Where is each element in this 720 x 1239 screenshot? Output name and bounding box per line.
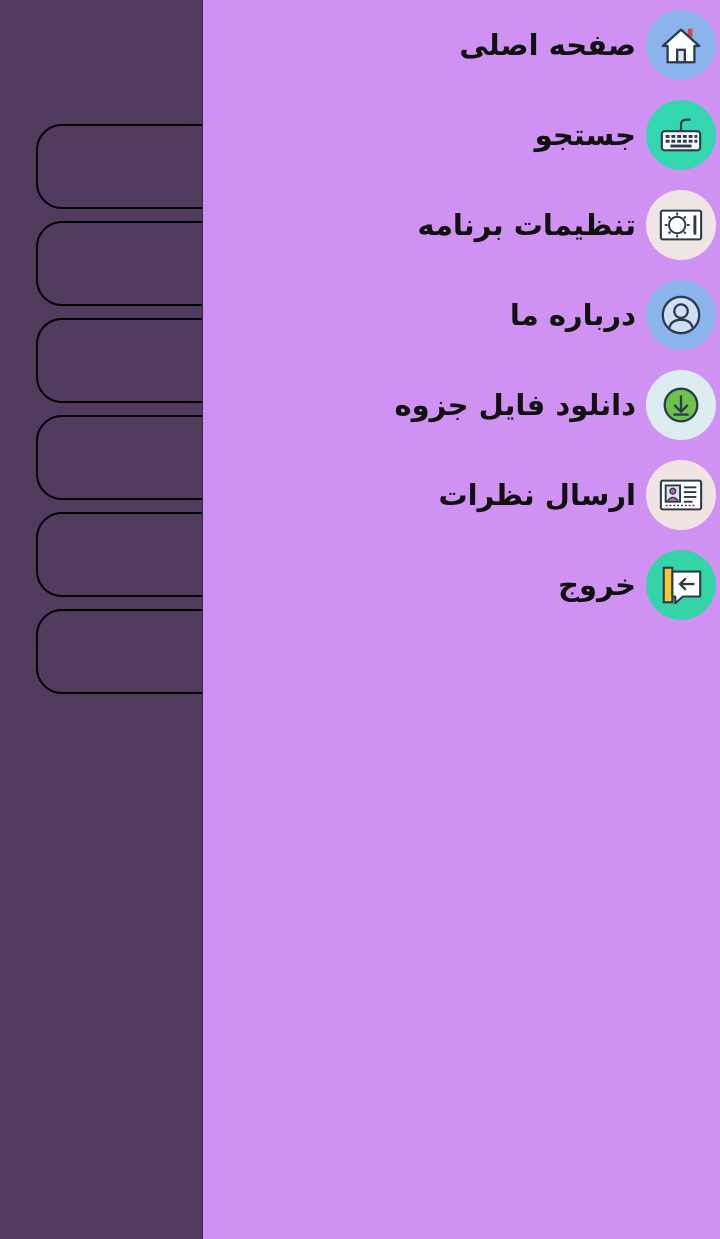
keyboard-icon [646, 100, 716, 170]
user-icon [646, 280, 716, 350]
menu-item-label: خروج [558, 568, 636, 602]
menu-item-settings[interactable]: تنظیمات برنامه [208, 189, 716, 261]
download-icon [646, 370, 716, 440]
menu-item-label: درباره ما [509, 298, 636, 332]
menu-item-feedback[interactable]: ارسال نظرات [208, 459, 716, 531]
menu-item-label: تنظیمات برنامه [417, 208, 636, 242]
exit-icon [646, 550, 716, 620]
menu-item-download[interactable]: دانلود فایل جزوه [208, 369, 716, 441]
menu-item-label: ارسال نظرات [438, 478, 636, 512]
menu-item-search[interactable]: جستجو [208, 99, 716, 171]
menu-item-exit[interactable]: خروج [208, 549, 716, 621]
settings-panel-icon [646, 190, 716, 260]
home-icon [646, 10, 716, 80]
menu-item-home[interactable]: صفحه اصلی [208, 9, 716, 81]
menu-item-label: صفحه اصلی [459, 28, 636, 62]
id-card-icon [646, 460, 716, 530]
navigation-drawer: صفحه اصلی جستجو تنظیمات برنامه درباره ما… [202, 0, 720, 1239]
menu-item-label: جستجو [534, 118, 636, 152]
menu-item-about[interactable]: درباره ما [208, 279, 716, 351]
drawer-menu: صفحه اصلی جستجو تنظیمات برنامه درباره ما… [208, 9, 716, 639]
app-screen: صفحه اصلی جستجو تنظیمات برنامه درباره ما… [0, 0, 720, 1239]
menu-item-label: دانلود فایل جزوه [394, 388, 636, 422]
